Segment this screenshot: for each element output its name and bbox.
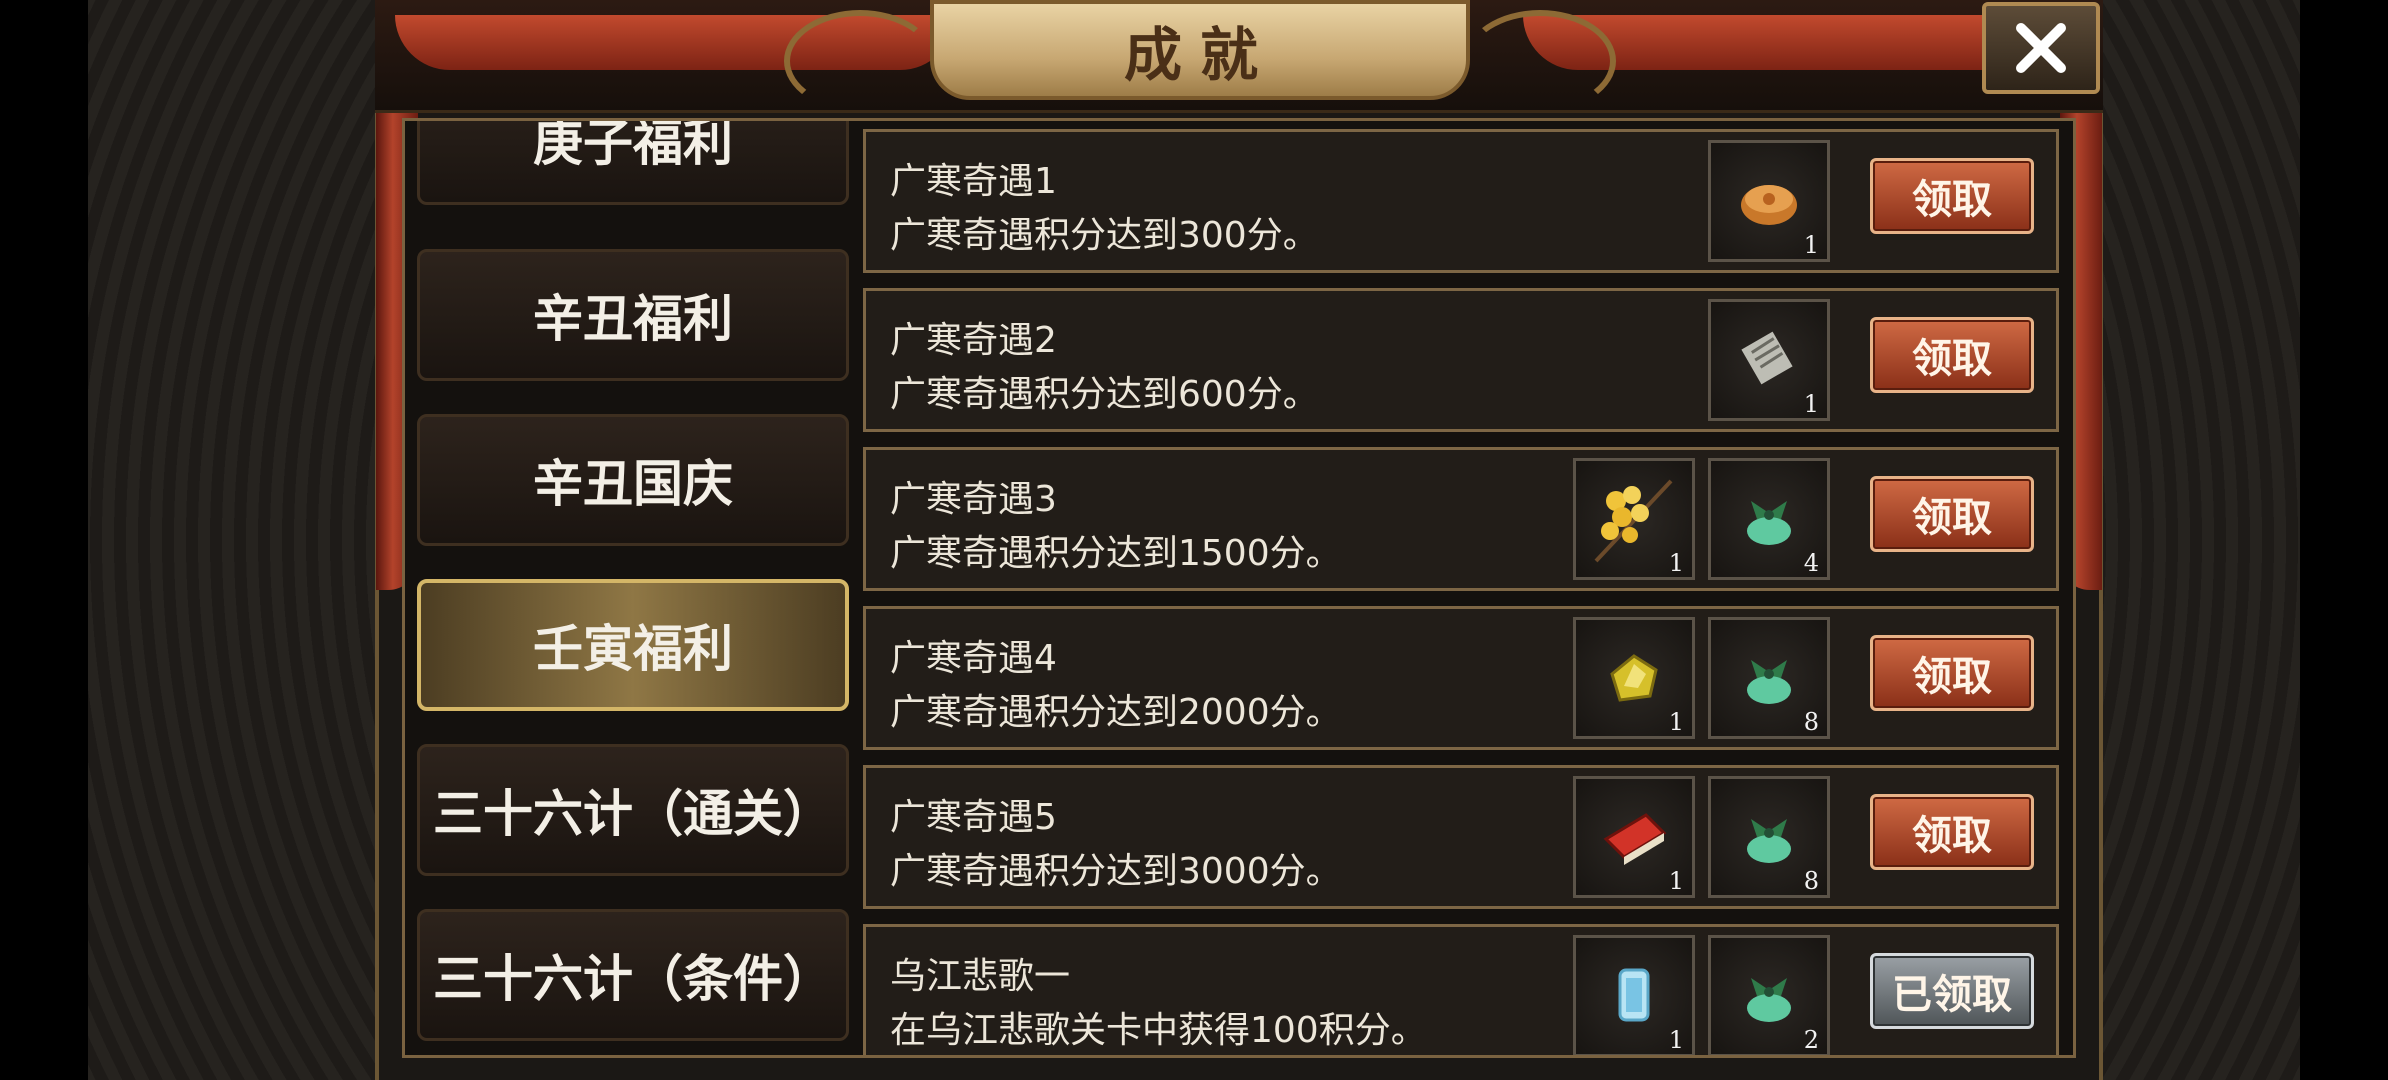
achievement-title: 广寒奇遇1 [890,161,1057,202]
achievement-row: 广寒奇遇3 广寒奇遇积分达到1500分。 1 4 领取 [863,447,2059,591]
reward-quantity: 4 [1803,549,1819,577]
tab-36-stratagems-clear[interactable]: 三十六计（通关） [417,744,849,876]
achievement-row: 广寒奇遇1 广寒奇遇积分达到300分。 1 领取 [863,129,2059,273]
tab-36-stratagems-condition[interactable]: 三十六计（条件） [417,909,849,1041]
claim-button[interactable]: 领取 [1870,476,2034,552]
content-frame: 庚子福利 辛丑福利 辛丑国庆 壬寅福利 三十六计（通关） 三十六计（条件） 广寒… [402,118,2076,1058]
reward-quantity: 1 [1668,708,1684,736]
achievement-row: 乌江悲歌一 在乌江悲歌关卡中获得100积分。 1 2 已领取 [863,924,2059,1055]
tab-renyin-welfare[interactable]: 壬寅福利 [417,579,849,711]
reward-slot[interactable]: 8 [1708,776,1830,898]
achievement-list[interactable]: 广寒奇遇1 广寒奇遇积分达到300分。 1 领取 广寒奇遇2 广寒奇遇积分达到6… [857,121,2071,1055]
reward-quantity: 1 [1668,867,1684,895]
reward-slot[interactable]: 1 [1573,617,1695,739]
reward-slot[interactable]: 1 [1573,458,1695,580]
reward-slot[interactable]: 1 [1573,935,1695,1055]
reward-quantity: 1 [1803,390,1819,418]
reward-quantity: 1 [1668,1026,1684,1054]
reward-slot[interactable]: 8 [1708,617,1830,739]
achievement-desc: 广寒奇遇积分达到2000分。 [890,692,1342,733]
close-icon [2016,23,2066,73]
reward-quantity: 8 [1803,708,1819,736]
tab-xinchou-national-day[interactable]: 辛丑国庆 [417,414,849,546]
claim-button[interactable]: 领取 [1870,158,2034,234]
claimed-button[interactable]: 已领取 [1870,953,2034,1029]
window-title: 成就 [1123,21,1276,89]
reward-quantity: 2 [1803,1026,1819,1054]
claim-button[interactable]: 领取 [1870,635,2034,711]
achievement-desc: 广寒奇遇积分达到1500分。 [890,533,1342,574]
category-tabs: 庚子福利 辛丑福利 辛丑国庆 壬寅福利 三十六计（通关） 三十六计（条件） [417,121,849,1051]
reward-quantity: 1 [1668,549,1684,577]
reward-slot[interactable]: 2 [1708,935,1830,1055]
achievement-desc: 广寒奇遇积分达到3000分。 [890,851,1342,892]
achievement-title: 乌江悲歌一 [890,956,1071,997]
achievement-row: 广寒奇遇2 广寒奇遇积分达到600分。 1 领取 [863,288,2059,432]
achievement-title: 广寒奇遇2 [890,320,1057,361]
title-plaque: 成就 [784,0,1616,112]
achievement-title: 广寒奇遇4 [890,638,1057,679]
reward-slot[interactable]: 4 [1708,458,1830,580]
tab-xinchou-welfare[interactable]: 辛丑福利 [417,249,849,381]
achievement-row: 广寒奇遇5 广寒奇遇积分达到3000分。 1 8 领取 [863,765,2059,909]
reward-slot[interactable]: 1 [1708,299,1830,421]
reward-slot[interactable]: 1 [1573,776,1695,898]
achievement-title: 广寒奇遇3 [890,479,1057,520]
reward-quantity: 8 [1803,867,1819,895]
achievement-desc: 广寒奇遇积分达到300分。 [890,215,1319,256]
reward-quantity: 1 [1803,231,1819,259]
achievement-desc: 在乌江悲歌关卡中获得100积分。 [890,1010,1427,1051]
achievement-title: 广寒奇遇5 [890,797,1057,838]
tab-gengzi-welfare[interactable]: 庚子福利 [417,121,849,205]
reward-slot[interactable]: 1 [1708,140,1830,262]
achievement-row: 广寒奇遇4 广寒奇遇积分达到2000分。 1 8 领取 [863,606,2059,750]
claim-button[interactable]: 领取 [1870,794,2034,870]
achievement-desc: 广寒奇遇积分达到600分。 [890,374,1319,415]
claim-button[interactable]: 领取 [1870,317,2034,393]
close-button[interactable] [1982,2,2100,94]
